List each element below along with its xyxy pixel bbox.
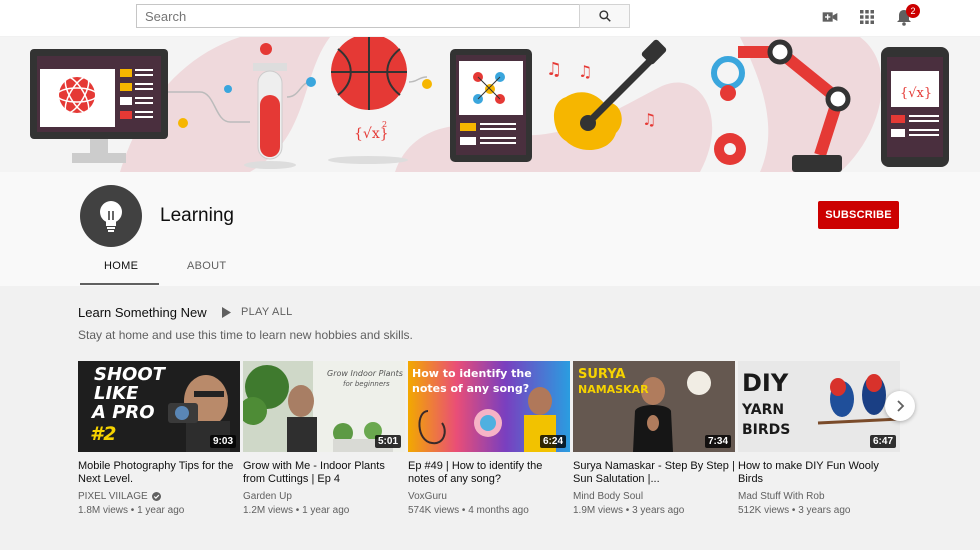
tab-home[interactable]: HOME — [104, 260, 138, 272]
video-duration: 6:24 — [539, 435, 566, 448]
top-bar: 2 — [0, 0, 980, 36]
video-meta: 1.8M views • 1 year ago — [78, 505, 185, 516]
thumbnail-caption-3: BIRDS — [742, 422, 791, 438]
video-channel[interactable]: Mad Stuff With Rob — [738, 491, 900, 502]
svg-text:2: 2 — [382, 120, 387, 129]
video-age: 1 year ago — [137, 505, 185, 516]
svg-text:♫: ♫ — [578, 62, 592, 81]
search-icon — [598, 10, 611, 22]
video-card[interactable]: SURYA NAMASKAR 7:34 Surya Namaskar - Ste… — [573, 361, 735, 516]
create-video-button[interactable] — [821, 8, 839, 26]
video-card[interactable]: DIY YARN BIRDS 6:47 How to make DIY Fun … — [738, 361, 900, 516]
video-channel-name[interactable]: VoxGuru — [408, 491, 447, 502]
video-thumbnail[interactable]: Grow Indoor Plants for beginners 5:01 — [243, 361, 405, 452]
video-meta: 1.2M views • 1 year ago — [243, 505, 350, 516]
play-icon — [222, 306, 231, 318]
thumbnail-caption-2: notes of any song? — [412, 382, 530, 395]
thumbnail-caption-1: How to identify the — [412, 367, 532, 380]
channel-banner: {√x} 2 ♫ ♫ ♫ {√x} — [0, 37, 980, 172]
active-tab-indicator — [80, 283, 159, 285]
video-meta: 574K views • 4 months ago — [408, 505, 529, 516]
video-age: 3 years ago — [798, 505, 851, 516]
video-age: 3 years ago — [632, 505, 685, 516]
video-meta: 512K views • 3 years ago — [738, 505, 851, 516]
video-channel[interactable]: PIXEL VIILAGE — [78, 491, 240, 502]
video-views: 1.2M views — [243, 505, 294, 516]
thumbnail-caption-3: A PRO — [92, 402, 155, 423]
banner-illustration: {√x} 2 ♫ ♫ ♫ {√x} — [30, 37, 949, 172]
video-thumbnail[interactable]: SURYA NAMASKAR 7:34 — [573, 361, 735, 452]
verified-icon — [151, 492, 161, 501]
video-title[interactable]: Mobile Photography Tips for the Next Lev… — [78, 460, 240, 486]
shelf-description: Stay at home and use this time to learn … — [78, 328, 413, 342]
thumbnail-caption-1: SURYA — [578, 367, 626, 382]
video-card[interactable]: SHOOT LIKE A PRO #2 9:03 Mobile Photogra… — [78, 361, 240, 516]
video-title[interactable]: Ep #49 | How to identify the notes of an… — [408, 460, 570, 486]
svg-text:♫: ♫ — [546, 59, 562, 80]
video-card[interactable]: Grow Indoor Plants for beginners 5:01 Gr… — [243, 361, 405, 516]
video-channel-name[interactable]: Mind Body Soul — [573, 491, 643, 502]
video-thumbnail[interactable]: SHOOT LIKE A PRO #2 9:03 — [78, 361, 240, 452]
video-views: 512K views — [738, 505, 790, 516]
subscribe-button[interactable]: SUBSCRIBE — [818, 201, 899, 229]
lightbulb-icon — [100, 201, 122, 232]
video-title[interactable]: Grow with Me - Indoor Plants from Cuttin… — [243, 460, 405, 486]
play-all-button[interactable]: PLAY ALL — [222, 306, 293, 318]
video-channel-name[interactable]: Garden Up — [243, 491, 292, 502]
video-title[interactable]: How to make DIY Fun Wooly Birds — [738, 460, 900, 486]
video-duration: 7:34 — [704, 435, 731, 448]
thumbnail-caption-2: LIKE — [94, 383, 139, 404]
apps-button[interactable] — [858, 8, 876, 26]
video-channel-name[interactable]: PIXEL VIILAGE — [78, 491, 148, 502]
chevron-right-icon — [897, 400, 905, 412]
video-duration: 5:01 — [374, 435, 401, 448]
channel-header: Learning SUBSCRIBE HOME ABOUT — [0, 172, 980, 286]
video-views: 1.8M views — [78, 505, 129, 516]
video-views: 574K views — [408, 505, 460, 516]
video-meta: 1.9M views • 3 years ago — [573, 505, 685, 516]
video-title[interactable]: Surya Namaskar - Step By Step | Sun Salu… — [573, 460, 735, 486]
video-channel-name[interactable]: Mad Stuff With Rob — [738, 491, 825, 502]
video-age: 4 months ago — [468, 505, 529, 516]
svg-text:{√x}: {√x} — [900, 86, 932, 101]
video-duration: 9:03 — [209, 435, 236, 448]
video-card[interactable]: How to identify the notes of any song? 6… — [408, 361, 570, 516]
video-channel[interactable]: VoxGuru — [408, 491, 570, 502]
create-video-icon — [822, 12, 838, 22]
thumbnail-caption-1: SHOOT — [94, 364, 165, 385]
search-box — [136, 4, 580, 28]
video-thumbnail[interactable]: How to identify the notes of any song? 6… — [408, 361, 570, 452]
notification-count-badge: 2 — [906, 4, 920, 18]
thumbnail-caption-1: Grow Indoor Plants — [327, 369, 403, 378]
video-views: 1.9M views — [573, 505, 624, 516]
search-button[interactable] — [579, 4, 630, 28]
video-thumbnail[interactable]: DIY YARN BIRDS 6:47 — [738, 361, 900, 452]
tab-about[interactable]: ABOUT — [187, 260, 226, 272]
video-channel[interactable]: Mind Body Soul — [573, 491, 735, 502]
shelf-next-button[interactable] — [885, 391, 915, 421]
thumbnail-caption-2: for beginners — [343, 380, 390, 388]
video-age: 1 year ago — [302, 505, 350, 516]
channel-avatar[interactable] — [80, 185, 142, 247]
thumbnail-caption-1: DIY — [742, 369, 789, 397]
play-all-label: PLAY ALL — [241, 306, 293, 318]
search-input[interactable] — [137, 5, 579, 27]
video-channel[interactable]: Garden Up — [243, 491, 405, 502]
thumbnail-caption-2: YARN — [742, 402, 785, 418]
thumbnail-caption-2: NAMASKAR — [578, 383, 649, 396]
apps-icon — [860, 10, 874, 24]
channel-name: Learning — [160, 205, 234, 226]
svg-text:♫: ♫ — [642, 110, 656, 129]
shelf-title[interactable]: Learn Something New — [78, 305, 207, 320]
video-duration: 6:47 — [869, 435, 896, 448]
thumbnail-caption-4: #2 — [90, 423, 117, 445]
